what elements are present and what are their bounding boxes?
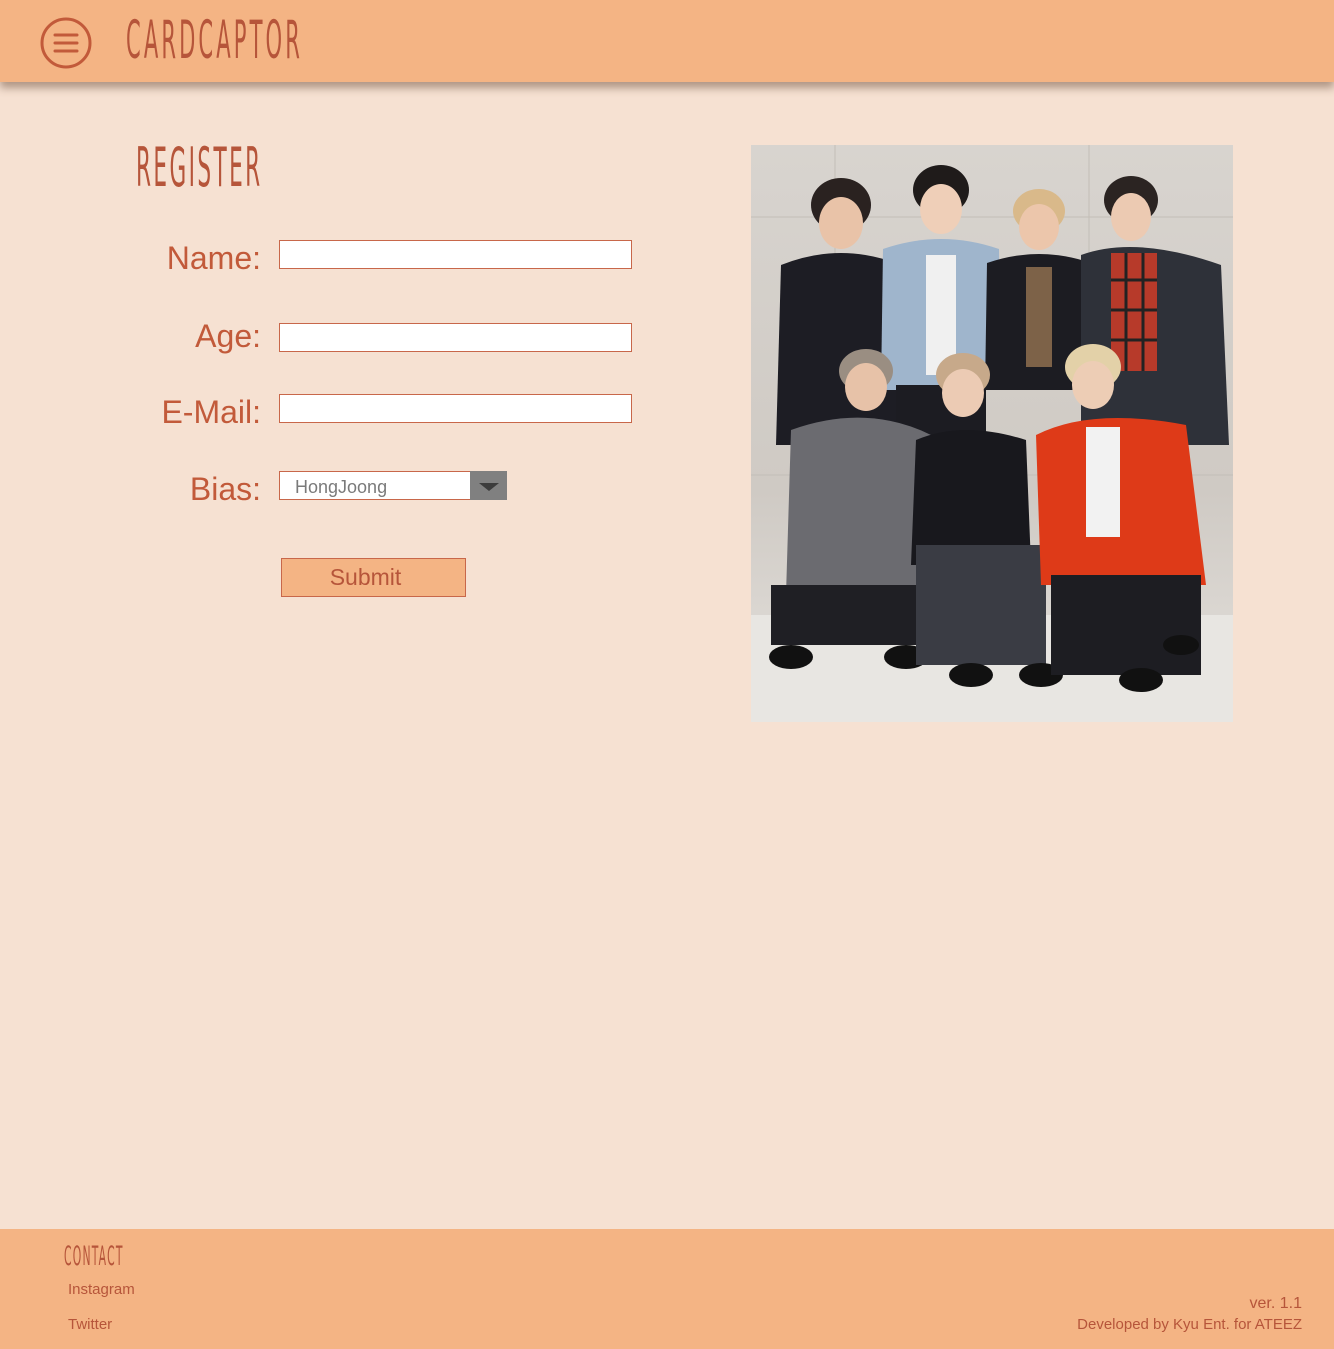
bias-select[interactable]: HongJoong (279, 471, 507, 500)
top-bar: CARDCAPTOR (0, 0, 1334, 82)
instagram-link[interactable]: Instagram (68, 1281, 135, 1298)
group-photo (751, 145, 1233, 722)
email-label: E-Mail: (161, 394, 261, 430)
name-input[interactable] (279, 240, 632, 269)
developer-credit: Developed by Kyu Ent. for ATEEZ (1077, 1316, 1302, 1333)
twitter-link[interactable]: Twitter (68, 1316, 112, 1333)
bias-selected-value: HongJoong (295, 477, 388, 497)
page-title: REGISTER (136, 138, 263, 200)
version-text: ver. 1.1 (1249, 1295, 1302, 1312)
email-input[interactable] (279, 394, 632, 423)
submit-button[interactable]: Submit (281, 558, 466, 597)
bias-label: Bias: (189, 471, 261, 507)
hamburger-menu-icon[interactable] (40, 17, 92, 69)
contact-heading: CONTACT (64, 1241, 124, 1273)
age-input[interactable] (279, 323, 632, 352)
footer: CONTACT Instagram Twitter ver. 1.1 Devel… (0, 1229, 1334, 1349)
age-label: Age: (195, 318, 261, 354)
name-label: Name: (166, 240, 261, 276)
brand-logo-text[interactable]: CARDCAPTOR (126, 10, 303, 72)
dropdown-arrow-icon[interactable] (470, 471, 507, 500)
